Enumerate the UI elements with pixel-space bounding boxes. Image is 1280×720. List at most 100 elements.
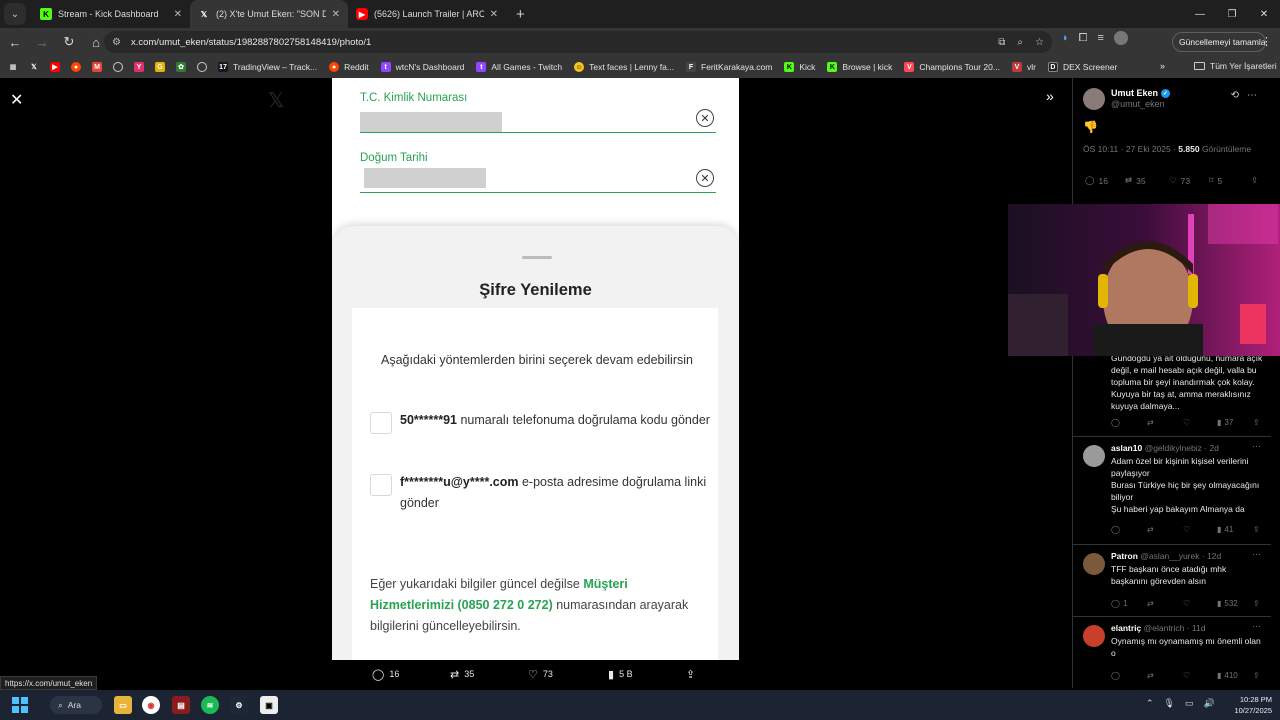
share-icon[interactable]: ⇪ bbox=[1253, 525, 1260, 534]
obs-icon[interactable]: ▣ bbox=[260, 696, 278, 714]
tray-chevron-icon[interactable]: ⌃ bbox=[1146, 698, 1154, 709]
bookmark-icon[interactable]: G bbox=[155, 62, 165, 72]
share-icon[interactable]: ⇪ bbox=[1253, 671, 1260, 680]
repost-icon[interactable]: ⇄ bbox=[1147, 599, 1154, 608]
display-icon[interactable]: ▭ bbox=[1185, 698, 1194, 709]
tab-x-post[interactable]: 𝕏 (2) X'te Umut Eken: "SON DAKİ ✕ bbox=[190, 0, 348, 28]
zoom-icon[interactable]: ⌕ bbox=[1017, 37, 1023, 48]
new-tab-button[interactable]: + bbox=[516, 6, 525, 23]
share-button[interactable]: ⇪ bbox=[1251, 175, 1258, 186]
bookmark-star-icon[interactable]: ☆ bbox=[1035, 37, 1044, 48]
bookmark-item[interactable]: 17 TradingView – Track... bbox=[218, 62, 317, 72]
reply-button[interactable]: ◯ 1 bbox=[1111, 599, 1127, 608]
share-icon[interactable]: ⇪ bbox=[1253, 599, 1260, 608]
reply-author[interactable]: Patron bbox=[1111, 551, 1138, 561]
steam-icon[interactable]: ⚙ bbox=[230, 696, 248, 714]
bookmark-item[interactable]: t All Games - Twitch bbox=[476, 62, 562, 72]
bookmark-icon[interactable]: ✿ bbox=[176, 62, 186, 72]
reply-button[interactable]: ◯ 16 bbox=[372, 668, 399, 681]
bookmark-item[interactable]: ● Reddit bbox=[329, 62, 369, 72]
views-button[interactable]: ▮ 410 bbox=[1217, 671, 1238, 680]
bookmark-item[interactable]: K Browse | kick bbox=[827, 62, 892, 72]
share-button[interactable]: ⇪ bbox=[686, 668, 695, 681]
author-handle[interactable]: @umut_eken bbox=[1111, 99, 1170, 109]
bookmark-item[interactable]: t wtcN's Dashboard bbox=[380, 62, 464, 72]
install-app-icon[interactable]: ⧉ bbox=[998, 37, 1005, 48]
reading-list-icon[interactable]: ≡ bbox=[1097, 32, 1103, 44]
post-photo[interactable]: T.C. Kimlik Numarası ✕ Doğum Tarihi ✕ Şi… bbox=[332, 78, 739, 660]
views-button[interactable]: ▮ 5 B bbox=[608, 668, 633, 681]
share-icon[interactable]: ⇪ bbox=[1253, 418, 1260, 427]
views-button[interactable]: ▮ 37 bbox=[1217, 418, 1233, 427]
repost-icon[interactable]: ⇄ bbox=[1147, 671, 1154, 680]
reply-button[interactable]: ◯ 16 bbox=[1085, 175, 1108, 186]
reply-icon[interactable]: ◯ bbox=[1111, 418, 1120, 427]
reply-icon[interactable]: ◯ bbox=[1111, 671, 1120, 680]
grok-icon[interactable]: ⟲ bbox=[1231, 90, 1239, 101]
views-button[interactable]: ▮ 532 bbox=[1217, 599, 1238, 608]
reddit-bookmark-icon[interactable]: ● bbox=[71, 62, 81, 72]
reply-icon[interactable]: ◯ bbox=[1111, 525, 1120, 534]
app-icon[interactable]: ▤ bbox=[172, 696, 190, 714]
heart-icon[interactable]: ♡ bbox=[1183, 525, 1190, 534]
tab-youtube-trailer[interactable]: ▶ (5626) Launch Trailer | ARC Rai ✕ bbox=[348, 0, 506, 28]
more-icon[interactable]: ⋯ bbox=[1252, 621, 1261, 632]
address-bar[interactable]: ⚙ x.com/umut_eken/status/198288780275814… bbox=[104, 31, 1052, 53]
close-tab-icon[interactable]: ✕ bbox=[332, 9, 340, 20]
reply-author[interactable]: elantriç bbox=[1111, 623, 1141, 633]
minimize-icon[interactable]: — bbox=[1184, 0, 1216, 28]
extensions-puzzle-icon[interactable]: ⧠ bbox=[1079, 32, 1088, 45]
more-icon[interactable]: ⋯ bbox=[1252, 549, 1261, 560]
all-bookmarks-button[interactable]: Tüm Yer İşaretleri bbox=[1194, 61, 1277, 71]
menu-kebab-icon[interactable]: ⋮ bbox=[1261, 35, 1272, 48]
globe-bookmark-icon[interactable] bbox=[197, 62, 207, 72]
close-tab-icon[interactable]: ✕ bbox=[490, 9, 498, 20]
like-button[interactable]: ♡ 73 bbox=[1169, 175, 1190, 186]
tab-search-button[interactable]: ⌄ bbox=[4, 3, 26, 25]
bookmark-icon[interactable] bbox=[113, 62, 123, 72]
reply-item[interactable]: Patron @aslan__yurek · 12d ⋯ TFF başkanı… bbox=[1073, 544, 1271, 616]
more-icon[interactable]: ⋯ bbox=[1247, 90, 1257, 101]
back-icon[interactable]: ← bbox=[3, 30, 27, 54]
bookmark-item[interactable]: Vvlr bbox=[1011, 62, 1036, 72]
repost-button[interactable]: ⇄ 35 bbox=[450, 668, 474, 681]
bookmark-button[interactable]: ⌑ 5 bbox=[1209, 175, 1222, 186]
apps-grid-icon[interactable]: ▦ bbox=[8, 62, 18, 72]
extension-icon[interactable]: ◗ bbox=[1062, 32, 1069, 44]
microphone-icon[interactable]: 🎙 bbox=[1164, 698, 1175, 709]
reply-item[interactable]: aslan10 @geldikylnebiz · 2d ⋯ Adam özel … bbox=[1073, 436, 1271, 544]
bookmark-icon[interactable]: Y bbox=[134, 62, 144, 72]
bookmark-item[interactable]: V Champions Tour 20... bbox=[904, 62, 1000, 72]
update-button[interactable]: Güncellemeyi tamamla bbox=[1172, 32, 1266, 52]
repost-button[interactable]: ⇄ 35 bbox=[1125, 175, 1146, 186]
tab-kick-dashboard[interactable]: K Stream - Kick Dashboard ✕ bbox=[32, 0, 190, 28]
site-info-icon[interactable]: ⚙ bbox=[112, 37, 121, 48]
bookmark-item[interactable]: ☺ Text faces | Lenny fa... bbox=[574, 62, 674, 72]
bookmark-item[interactable]: K Kick bbox=[784, 62, 815, 72]
expand-panel-icon[interactable]: » bbox=[1046, 88, 1054, 104]
heart-icon[interactable]: ♡ bbox=[1183, 671, 1190, 680]
close-window-icon[interactable]: ✕ bbox=[1248, 0, 1280, 28]
close-icon[interactable]: ✕ bbox=[10, 90, 23, 110]
heart-icon[interactable]: ♡ bbox=[1183, 418, 1190, 427]
avatar[interactable] bbox=[1083, 88, 1105, 110]
avatar[interactable] bbox=[1083, 445, 1105, 467]
x-bookmark-icon[interactable]: 𝕏 bbox=[29, 62, 39, 72]
gmail-bookmark-icon[interactable]: M bbox=[92, 62, 102, 72]
youtube-bookmark-icon[interactable]: ▶ bbox=[50, 62, 60, 72]
taskbar-search[interactable]: ⌕ Ara bbox=[50, 696, 102, 714]
more-icon[interactable]: ⋯ bbox=[1252, 441, 1261, 452]
like-button[interactable]: ♡ 73 bbox=[528, 668, 553, 681]
windows-start-icon[interactable] bbox=[12, 697, 28, 713]
repost-icon[interactable]: ⇄ bbox=[1147, 418, 1154, 427]
volume-icon[interactable]: 🔊 bbox=[1204, 698, 1215, 709]
reply-author[interactable]: aslan10 bbox=[1111, 443, 1142, 453]
heart-icon[interactable]: ♡ bbox=[1183, 599, 1190, 608]
clock[interactable]: 10:28 PM 10/27/2025 bbox=[1232, 694, 1272, 716]
reply-item[interactable]: elantriç @elantrich · 11d ⋯ Oynamış mı o… bbox=[1073, 616, 1271, 688]
maximize-icon[interactable]: ❐ bbox=[1216, 0, 1248, 28]
avatar[interactable] bbox=[1083, 553, 1105, 575]
views-button[interactable]: ▮ 41 bbox=[1217, 525, 1233, 534]
spotify-icon[interactable]: ≋ bbox=[201, 696, 219, 714]
bookmarks-overflow-button[interactable]: » bbox=[1160, 61, 1165, 71]
